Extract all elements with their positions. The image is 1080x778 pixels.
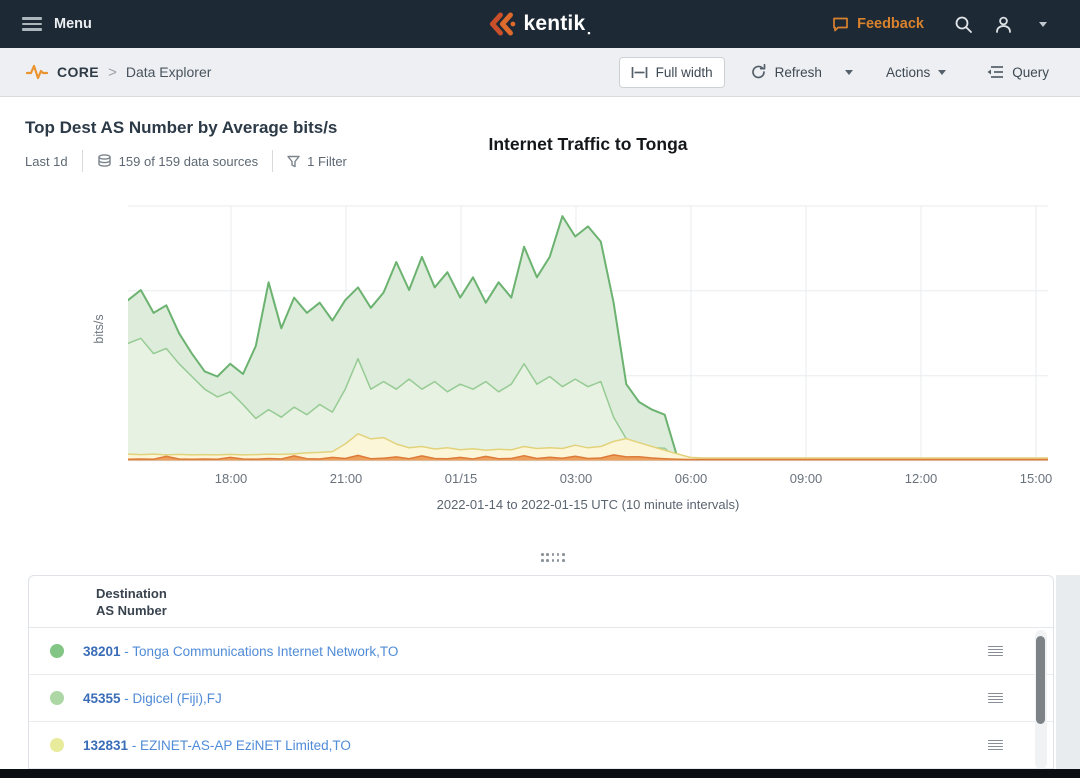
core-toolbar: CORE > Data Explorer Full width Refresh … bbox=[0, 48, 1080, 97]
x-axis-tick-label: 15:00 bbox=[1019, 471, 1053, 486]
breadcrumb-page: Data Explorer bbox=[125, 64, 212, 80]
traffic-area-chart[interactable] bbox=[128, 204, 1048, 463]
feedback-button[interactable]: Feedback bbox=[832, 16, 924, 32]
table-header: Destination AS Number bbox=[29, 576, 1053, 628]
chevron-down-icon bbox=[1039, 21, 1047, 27]
series-color-dot bbox=[50, 738, 64, 752]
query-sidebar-icon bbox=[987, 66, 1004, 78]
chart-title: Internet Traffic to Tonga bbox=[488, 134, 688, 154]
results-table: Destination AS Number 38201 - Tonga Comm… bbox=[28, 575, 1054, 770]
brand-text: kentik bbox=[523, 12, 586, 35]
x-axis-tick-label: 06:00 bbox=[674, 471, 708, 486]
kentik-logo: kentik ▪ bbox=[489, 0, 591, 48]
user-menu-button[interactable] bbox=[988, 9, 1018, 39]
as-link[interactable]: 45355 - Digicel (Fiji),FJ bbox=[83, 691, 222, 706]
menu-button[interactable]: Menu bbox=[22, 16, 92, 32]
as-link[interactable]: 132831 - EZINET-AS-AP EziNET Limited,TO bbox=[83, 738, 351, 753]
data-sources-chip[interactable]: 159 of 159 data sources bbox=[83, 154, 273, 169]
user-menu-caret[interactable] bbox=[1028, 9, 1058, 39]
table-row[interactable]: 132831 - EZINET-AS-AP EziNET Limited,TO bbox=[29, 722, 1053, 769]
breadcrumb: CORE > Data Explorer bbox=[26, 62, 211, 82]
row-menu-icon[interactable] bbox=[988, 692, 1003, 704]
x-axis-tick-label: 03:00 bbox=[559, 471, 593, 486]
column-header-line1: Destination bbox=[96, 586, 167, 601]
row-menu-icon[interactable] bbox=[988, 645, 1003, 657]
person-icon bbox=[995, 16, 1011, 33]
time-range-label: Last 1d bbox=[25, 153, 68, 169]
query-label: Query bbox=[1012, 64, 1049, 80]
kentik-chevrons-icon bbox=[489, 12, 516, 36]
filters-label: 1 Filter bbox=[307, 153, 347, 169]
bottom-letterbox-bar bbox=[0, 769, 1080, 778]
breadcrumb-separator: > bbox=[108, 63, 117, 81]
speech-bubble-icon bbox=[833, 17, 848, 32]
series-color-dot bbox=[50, 644, 64, 658]
table-row[interactable]: 45355 - Digicel (Fiji),FJ bbox=[29, 675, 1053, 722]
refresh-icon bbox=[751, 64, 766, 79]
refresh-button[interactable]: Refresh bbox=[739, 57, 833, 87]
time-range-chip[interactable]: Last 1d bbox=[25, 154, 82, 169]
x-axis-tick-label: 12:00 bbox=[904, 471, 938, 486]
table-scrollbar-thumb[interactable] bbox=[1036, 636, 1045, 724]
query-button[interactable]: Query bbox=[975, 58, 1060, 87]
x-axis-tick-label: 21:00 bbox=[329, 471, 363, 486]
x-axis-tick-label: 09:00 bbox=[789, 471, 823, 486]
panel-meta-row: Last 1d 159 of 159 data sources 1 Filter bbox=[25, 150, 361, 172]
x-axis-tick-label: 01/15 bbox=[444, 471, 478, 486]
search-icon bbox=[955, 16, 972, 33]
table-row[interactable]: 38201 - Tonga Communications Internet Ne… bbox=[29, 628, 1053, 675]
y-axis-label: bits/s bbox=[92, 314, 106, 344]
panel-title: Top Dest AS Number by Average bits/s bbox=[25, 118, 338, 137]
hamburger-icon bbox=[22, 17, 42, 31]
top-navbar: Menu kentik ▪ Feedback bbox=[0, 0, 1080, 48]
menu-label: Menu bbox=[54, 16, 92, 32]
as-link[interactable]: 38201 - Tonga Communications Internet Ne… bbox=[83, 644, 398, 659]
x-axis-tick-label: 18:00 bbox=[214, 471, 248, 486]
breadcrumb-section[interactable]: CORE bbox=[57, 64, 99, 80]
chevron-down-icon bbox=[938, 69, 947, 75]
full-width-button[interactable]: Full width bbox=[618, 56, 725, 88]
refresh-dropdown-caret[interactable] bbox=[839, 63, 859, 82]
row-menu-icon[interactable] bbox=[988, 739, 1003, 751]
brand-trademark-dot: ▪ bbox=[587, 28, 591, 38]
refresh-label: Refresh bbox=[774, 64, 822, 80]
search-button[interactable] bbox=[948, 9, 978, 39]
data-sources-label: 159 of 159 data sources bbox=[118, 153, 259, 169]
column-header-line2: AS Number bbox=[96, 603, 167, 618]
feedback-label: Feedback bbox=[857, 16, 924, 32]
x-axis-caption: 2022-01-14 to 2022-01-15 UTC (10 minute … bbox=[436, 497, 740, 512]
filters-chip[interactable]: 1 Filter bbox=[273, 154, 361, 169]
pulse-icon bbox=[26, 64, 48, 80]
panel-resize-handle[interactable] bbox=[540, 552, 566, 563]
actions-label: Actions bbox=[885, 64, 931, 80]
actions-button[interactable]: Actions bbox=[875, 58, 957, 87]
x-axis-ticks: 18:00 21:00 01/15 03:00 06:00 09:00 12:00 15:00 bbox=[128, 471, 1053, 487]
filter-icon bbox=[287, 155, 300, 167]
full-width-icon bbox=[631, 66, 647, 78]
full-width-label: Full width bbox=[655, 64, 713, 80]
chevron-down-icon bbox=[844, 69, 853, 75]
database-icon bbox=[97, 153, 111, 167]
right-gutter bbox=[1056, 575, 1080, 770]
series-color-dot bbox=[50, 691, 64, 705]
